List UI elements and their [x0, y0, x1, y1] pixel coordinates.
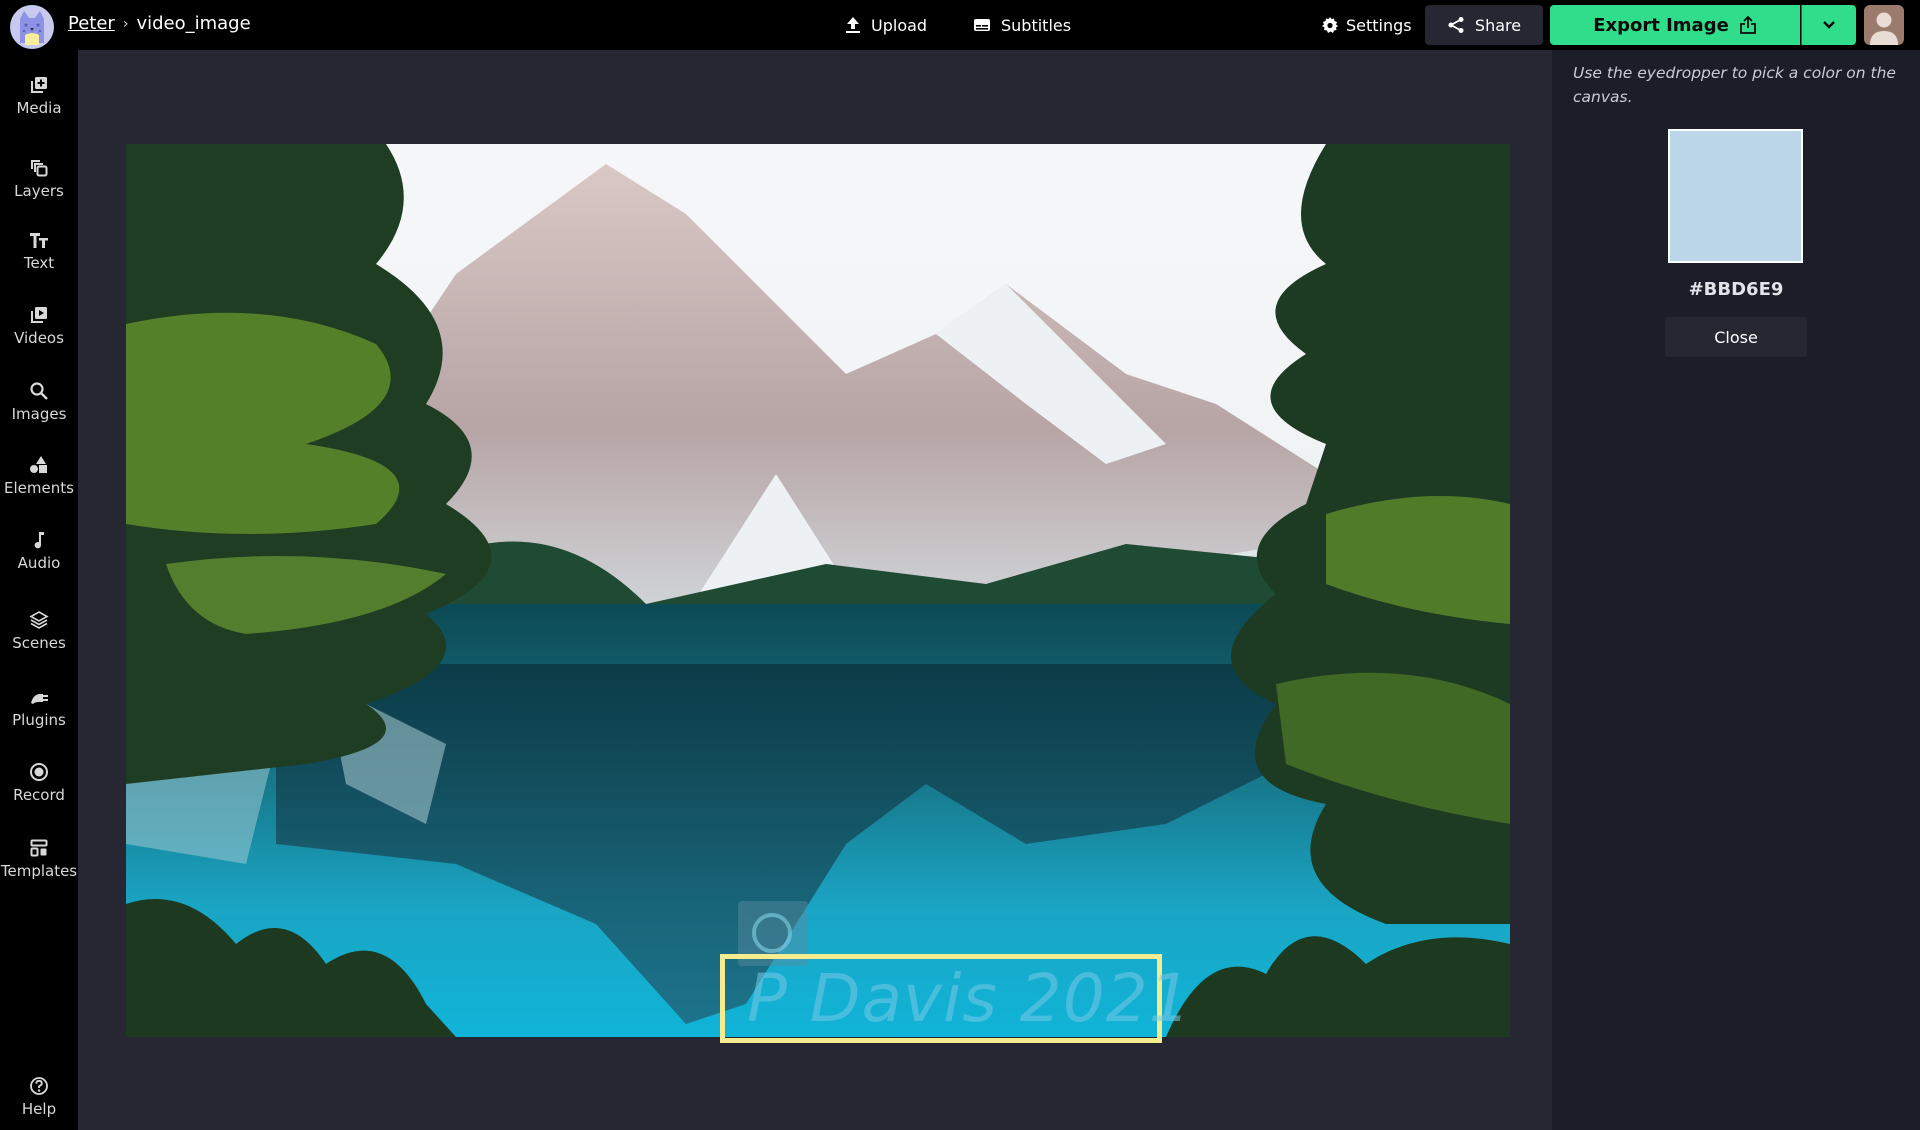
- sidebar-item-images[interactable]: Images: [0, 381, 78, 423]
- sidebar-item-audio[interactable]: Audio: [0, 530, 78, 572]
- sidebar-item-label: Templates: [0, 862, 78, 880]
- project-name[interactable]: video_image: [136, 13, 250, 34]
- breadcrumb-user-link[interactable]: Peter: [68, 13, 115, 34]
- sidebar: Media Layers Text Videos Images Elements…: [0, 50, 78, 1130]
- help-button[interactable]: Help: [0, 1076, 78, 1118]
- export-image-button[interactable]: Export Image: [1550, 5, 1800, 45]
- music-note-icon: [34, 532, 44, 549]
- sidebar-item-label: Videos: [14, 329, 64, 347]
- sidebar-item-scenes[interactable]: Scenes: [0, 610, 78, 652]
- help-icon: [30, 1077, 48, 1095]
- watermark-text[interactable]: P Davis 2021: [747, 959, 1192, 1039]
- settings-button[interactable]: Settings: [1322, 0, 1412, 50]
- record-icon: [30, 763, 48, 781]
- upload-icon: [846, 17, 860, 33]
- layers-icon: [31, 160, 48, 177]
- breadcrumb: Peter › video_image: [68, 13, 251, 34]
- copyright-icon: [752, 913, 792, 953]
- subtitles-label: Subtitles: [1001, 15, 1072, 35]
- sidebar-item-label: Text: [23, 254, 55, 272]
- user-silhouette-icon: [1870, 12, 1898, 45]
- export-options-dropdown[interactable]: [1801, 5, 1856, 45]
- subtitles-icon: [974, 19, 990, 31]
- stack-icon: [29, 611, 49, 629]
- sidebar-item-label: Plugins: [12, 711, 66, 729]
- sidebar-item-elements[interactable]: Elements: [0, 455, 78, 497]
- export-icon: [1739, 15, 1756, 34]
- sidebar-item-videos[interactable]: Videos: [0, 305, 78, 347]
- share-button[interactable]: Share: [1425, 5, 1543, 45]
- mountain-lake-photo: [126, 144, 1510, 1037]
- export-label: Export Image: [1593, 14, 1729, 36]
- shapes-icon: [30, 456, 47, 473]
- sidebar-item-record[interactable]: Record: [0, 762, 78, 804]
- media-add-icon: [31, 77, 47, 93]
- plug-icon: [31, 694, 48, 704]
- sidebar-item-media[interactable]: Media: [0, 75, 78, 117]
- color-swatch: [1668, 129, 1803, 263]
- sidebar-item-label: Elements: [4, 479, 74, 497]
- sidebar-item-layers[interactable]: Layers: [0, 158, 78, 200]
- sidebar-item-templates[interactable]: Templates: [0, 838, 78, 880]
- sidebar-item-label: Audio: [17, 554, 61, 572]
- sidebar-item-label: Scenes: [12, 634, 66, 652]
- upload-button[interactable]: Upload: [845, 0, 927, 50]
- chevron-down-icon: [1823, 21, 1835, 29]
- sidebar-item-label: Record: [13, 786, 65, 804]
- eyedropper-hint: Use the eyedropper to pick a color on th…: [1573, 64, 1896, 106]
- breadcrumb-separator: ›: [122, 15, 129, 32]
- user-avatar[interactable]: [1864, 5, 1904, 45]
- help-label: Help: [21, 1100, 57, 1118]
- gear-icon: [1322, 17, 1338, 33]
- upload-label: Upload: [871, 15, 928, 35]
- cat-logo-icon: [20, 11, 44, 45]
- sidebar-item-label: Images: [11, 405, 67, 423]
- hex-value: #BBD6E9: [1688, 279, 1784, 300]
- sidebar-item-label: Media: [16, 99, 62, 117]
- video-icon: [31, 307, 47, 323]
- subtitles-button[interactable]: Subtitles: [973, 0, 1071, 50]
- canvas-area[interactable]: P Davis 2021: [78, 50, 1552, 1130]
- sidebar-item-plugins[interactable]: Plugins: [0, 687, 78, 729]
- search-icon: [30, 382, 48, 400]
- selected-text-element[interactable]: P Davis 2021: [720, 954, 1191, 1043]
- templates-icon: [30, 839, 48, 857]
- sidebar-item-text[interactable]: Text: [0, 230, 78, 272]
- share-icon: [1448, 17, 1464, 33]
- close-button[interactable]: Close: [1665, 317, 1807, 357]
- sidebar-item-label: Layers: [14, 182, 64, 200]
- settings-label: Settings: [1346, 15, 1412, 35]
- canvas-image[interactable]: [126, 144, 1510, 1037]
- app-logo[interactable]: [10, 5, 54, 49]
- text-icon: [30, 233, 48, 248]
- share-label: Share: [1474, 15, 1522, 35]
- top-bar: Peter › video_image Upload Subtitles Set…: [0, 0, 1920, 50]
- color-picker-panel: Use the eyedropper to pick a color on th…: [1552, 50, 1920, 1130]
